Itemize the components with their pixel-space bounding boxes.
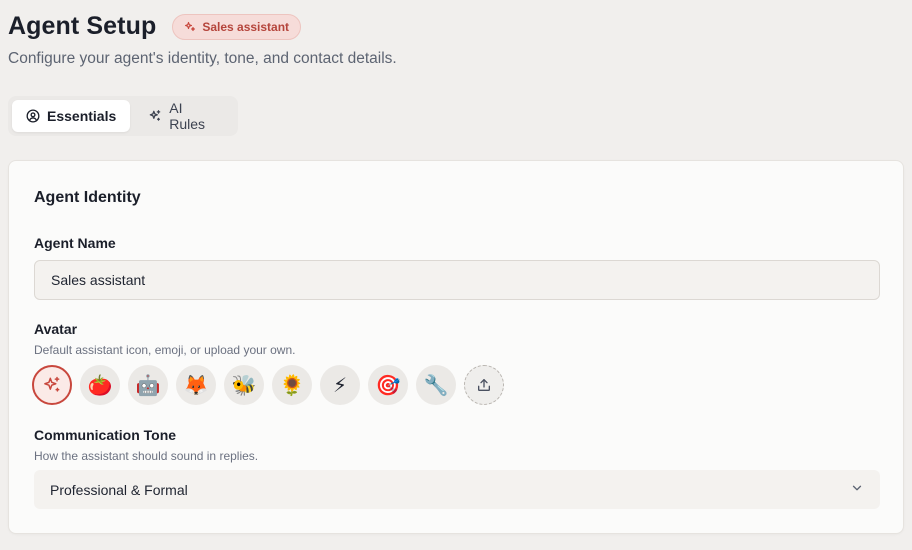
agent-badge-label: Sales assistant: [202, 19, 290, 34]
avatar-hint: Default assistant icon, emoji, or upload…: [34, 343, 296, 357]
page-subtitle: Configure your agent's identity, tone, a…: [8, 50, 397, 67]
avatar-option-tomato[interactable]: 🍅: [80, 365, 120, 405]
avatar-option-fox[interactable]: 🦊: [176, 365, 216, 405]
avatar-option-bee[interactable]: 🐝: [224, 365, 264, 405]
agent-badge: Sales assistant: [172, 13, 302, 40]
avatar-option-sunflower[interactable]: 🌻: [272, 365, 312, 405]
avatar-option-lightning[interactable]: ⚡: [320, 365, 360, 405]
agent-name-input[interactable]: [34, 260, 880, 300]
avatar-picker: 🍅 🤖 🦊 🐝 🌻 ⚡ 🎯 🔧: [32, 365, 504, 405]
tab-essentials[interactable]: Essentials: [12, 100, 131, 132]
bee-icon: 🐝: [231, 373, 257, 397]
lightning-icon: ⚡: [332, 373, 348, 397]
tab-bar: Essentials AI Rules: [8, 96, 238, 136]
tab-essentials-label: Essentials: [47, 108, 117, 124]
upload-icon: [476, 377, 492, 393]
page-title: Agent Setup: [8, 12, 157, 40]
sparkles-icon: [42, 375, 62, 395]
tone-label: Communication Tone: [34, 427, 177, 443]
tone-select[interactable]: Professional & Formal: [34, 470, 880, 509]
user-circle-icon: [26, 109, 40, 123]
sparkles-icon: [184, 21, 196, 33]
avatar-option-wrench[interactable]: 🔧: [416, 365, 456, 405]
avatar-upload-button[interactable]: [464, 365, 504, 405]
chevron-down-icon: [850, 481, 864, 498]
sparkles-icon: [148, 109, 162, 123]
wrench-icon: 🔧: [423, 373, 449, 397]
tone-select-value: Professional & Formal: [50, 481, 188, 498]
tomato-icon: 🍅: [87, 373, 113, 397]
fox-icon: 🦊: [183, 373, 209, 397]
tab-ai-rules-label: AI Rules: [169, 100, 206, 132]
avatar-label: Avatar: [34, 321, 78, 337]
sunflower-icon: 🌻: [279, 373, 305, 397]
tone-hint: How the assistant should sound in replie…: [34, 449, 259, 463]
agent-identity-card: Agent Identity Agent Name Avatar Default…: [8, 160, 904, 534]
robot-icon: 🤖: [135, 373, 161, 397]
agent-name-label: Agent Name: [34, 235, 116, 251]
page-header: Agent Setup Sales assistant Configure yo…: [8, 12, 397, 68]
avatar-option-robot[interactable]: 🤖: [128, 365, 168, 405]
avatar-option-target[interactable]: 🎯: [368, 365, 408, 405]
tab-ai-rules[interactable]: AI Rules: [134, 100, 234, 132]
target-icon: 🎯: [375, 373, 401, 397]
card-title: Agent Identity: [34, 189, 141, 206]
avatar-option-sparkles[interactable]: [32, 365, 72, 405]
